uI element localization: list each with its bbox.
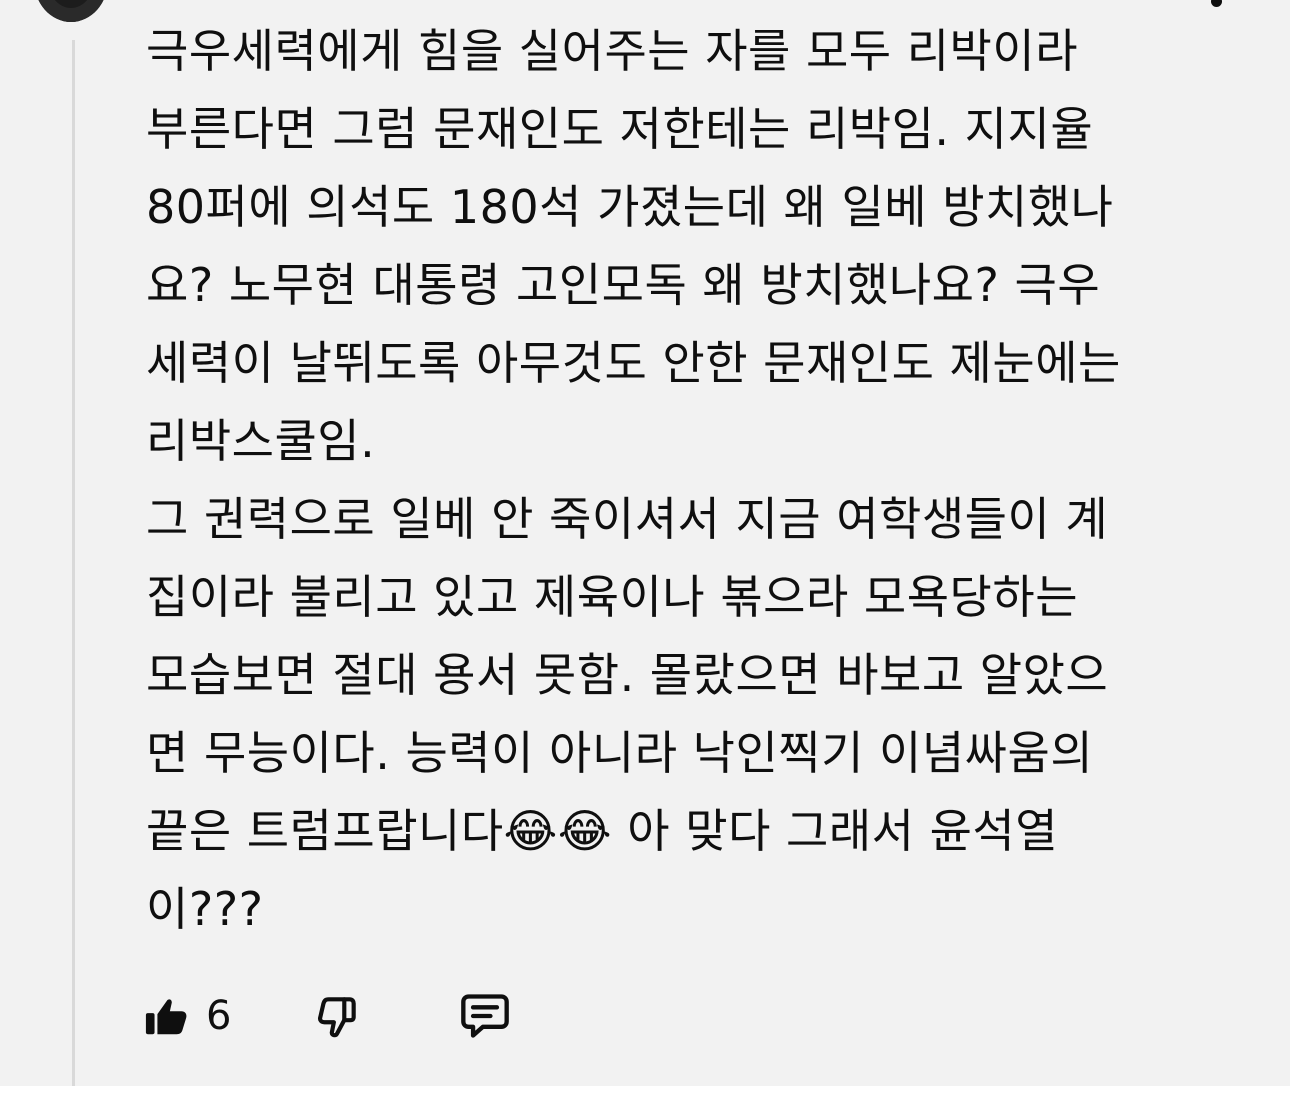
comment-line: 부른다면 그럼 문재인도 저한테는 리박임. 지지율	[146, 102, 1094, 156]
comment-line: 요? 노무현 대통령 고인모독 왜 방치했나요? 극우	[146, 258, 1101, 312]
comment-line: 면 무능이다. 능력이 아니라 낙인찍기 이념싸움의	[146, 726, 1094, 780]
comment-line: 극우세력에게 힘을 실어주는 자를 모두 리박이라	[146, 24, 1079, 78]
thread-line	[72, 40, 75, 1098]
comment-line: 집이라 불리고 있고 제육이나 볶으라 모욕당하는	[146, 570, 1079, 624]
like-button[interactable]: 6	[144, 988, 231, 1044]
comment-line: 80퍼에 의석도 180석 가졌는데 왜 일베 방치했나	[146, 180, 1114, 234]
comment-line: 이???	[146, 882, 264, 936]
comment-text: 극우세력에게 힘을 실어주는 자를 모두 리박이라 부른다면 그럼 문재인도 저…	[146, 12, 1216, 948]
comment-line: 리박스쿨임.	[146, 414, 376, 468]
thumbs-up-icon	[145, 999, 187, 1035]
more-options-icon[interactable]	[1211, 0, 1222, 7]
like-count: 6	[206, 993, 232, 1039]
bottom-divider	[0, 1086, 1290, 1098]
comment-line: 세력이 날뛰도록 아무것도 안한 문재인도 제눈에는	[146, 336, 1121, 390]
comment-line: 끝은 트럼프랍니다😂😂 아 맞다 그래서 윤석열	[146, 804, 1059, 858]
avatar[interactable]	[34, 0, 108, 22]
comment-line: 그 권력으로 일베 안 죽이셔서 지금 여학생들이 계	[146, 492, 1109, 546]
reply-button[interactable]	[459, 988, 511, 1044]
comment-line: 모습보면 절대 용서 못함. 몰랐으면 바보고 알았으	[146, 648, 1109, 702]
thumbs-down-icon	[318, 997, 356, 1038]
dislike-button[interactable]	[312, 988, 362, 1044]
comment-icon	[461, 994, 509, 1038]
